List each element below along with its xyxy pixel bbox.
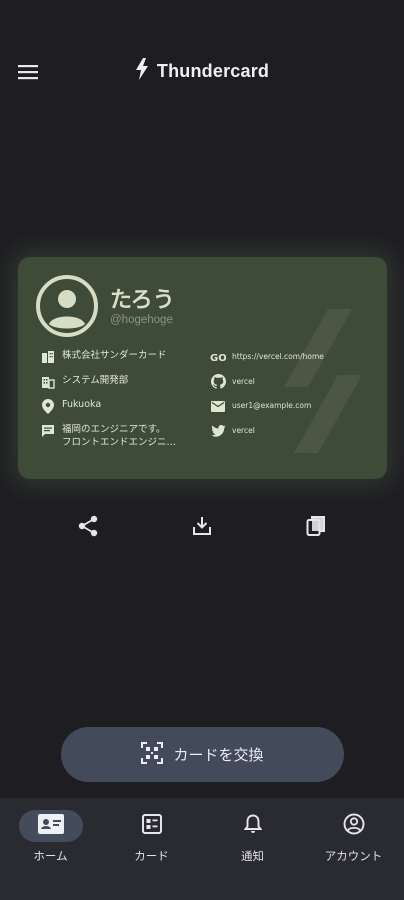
card-name: たろう <box>110 288 175 313</box>
github-text[interactable]: vercel <box>232 374 255 389</box>
nav-label-account: アカウント <box>324 849 383 863</box>
company-text: 株式会社サンダーカード <box>62 350 167 361</box>
nav-label-home: ホーム <box>33 849 68 863</box>
bio-line-1: 福岡のエンジニアです。 <box>62 423 166 435</box>
download-button[interactable] <box>188 514 216 542</box>
app-header: Thundercard <box>0 0 404 145</box>
brand: Thundercard <box>0 58 404 84</box>
email-text[interactable]: user1@example.com <box>232 398 311 413</box>
nav-pill-cards <box>120 810 184 842</box>
department-icon <box>40 374 56 390</box>
nav-item-notifications[interactable]: 通知 <box>202 810 303 864</box>
website-text[interactable]: https://vercel.com/home <box>232 349 324 364</box>
github-row[interactable]: vercel <box>210 374 380 399</box>
nav-pill-notifications <box>221 810 285 842</box>
email-row[interactable]: user1@example.com <box>210 398 380 423</box>
app-title: Thundercard <box>156 60 270 81</box>
nav-item-account[interactable]: アカウント <box>303 810 404 864</box>
contact-card-icon <box>37 814 64 838</box>
nav-item-cards[interactable]: カード <box>101 810 202 864</box>
bio-line-2: フロントエンドエンジニ… <box>62 436 177 448</box>
location-icon <box>40 398 56 414</box>
account-circle-icon <box>343 813 365 839</box>
twitter-icon <box>210 423 226 439</box>
card-actions <box>0 514 404 542</box>
qr-code-icon <box>141 741 164 768</box>
card-info-right: GO https://vercel.com/home vercel user1@… <box>210 349 380 447</box>
bottom-navigation: ホーム カード 通知 アカウント <box>0 798 404 900</box>
share-icon <box>78 515 98 541</box>
avatar <box>35 274 99 338</box>
mail-icon <box>210 398 226 414</box>
nav-label-cards: カード <box>134 849 169 863</box>
nav-item-home[interactable]: ホーム <box>0 810 101 864</box>
link-icon: GO <box>210 349 226 365</box>
nav-pill-account <box>322 810 386 842</box>
bio-row: 福岡のエンジニアです。 フロントエンドエンジニ… <box>40 423 210 448</box>
download-icon <box>192 516 212 540</box>
card-list-icon <box>141 814 162 838</box>
exchange-card-button[interactable]: カードを交換 <box>61 727 344 782</box>
department-text: システム開発部 <box>62 374 129 386</box>
card-handle: @hogehoge <box>110 314 173 326</box>
share-button[interactable] <box>74 514 102 542</box>
comment-icon <box>40 423 56 439</box>
bio-text: 福岡のエンジニアです。 フロントエンドエンジニ… <box>62 423 210 449</box>
website-row[interactable]: GO https://vercel.com/home <box>210 349 380 374</box>
bolt-icon <box>135 58 149 84</box>
nav-label-notifications: 通知 <box>241 849 264 863</box>
github-icon <box>210 374 226 390</box>
nav-pill-home <box>18 810 83 842</box>
twitter-row[interactable]: vercel <box>210 423 380 448</box>
department-row: システム開発部 <box>40 374 210 399</box>
card-info-left: 株式会社サンダーカード システム開発部 Fukuoka 福岡のエンジニアです。 … <box>40 349 210 448</box>
location-row: Fukuoka <box>40 398 210 423</box>
exchange-card-label: カードを交換 <box>173 746 264 764</box>
company-row: 株式会社サンダーカード <box>40 349 210 374</box>
location-text: Fukuoka <box>62 399 102 410</box>
twitter-text[interactable]: vercel <box>232 423 255 438</box>
company-icon <box>40 349 56 365</box>
copy-icon <box>306 515 326 541</box>
svg-text:GO: GO <box>210 353 226 362</box>
bell-icon <box>243 814 262 838</box>
business-card[interactable]: たろう @hogehoge 株式会社サンダーカード システム開発部 Fukuok… <box>18 257 387 479</box>
copy-button[interactable] <box>302 514 330 542</box>
